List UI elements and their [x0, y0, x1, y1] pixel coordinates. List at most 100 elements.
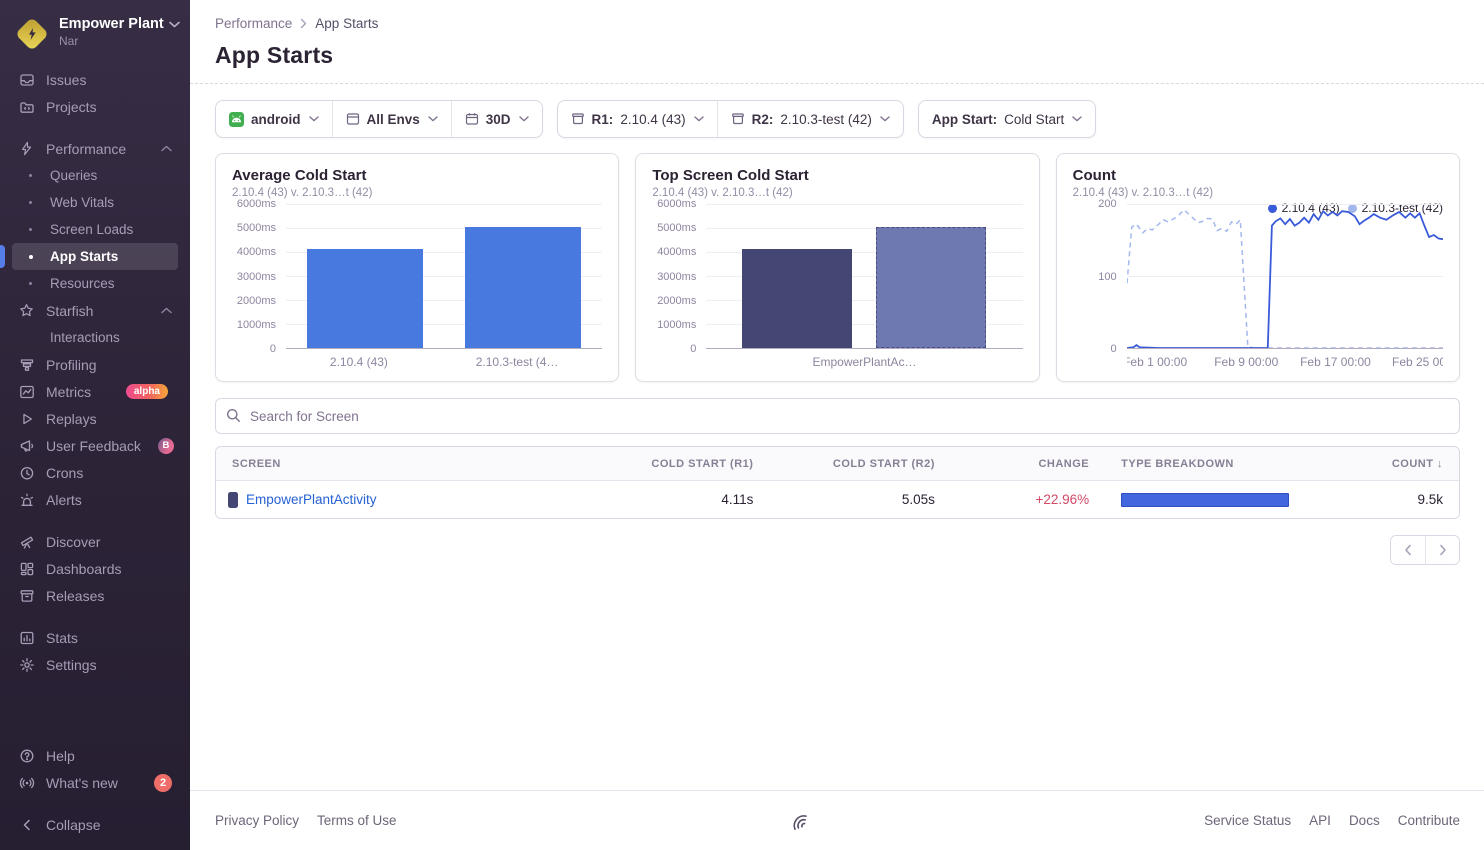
environment-filter[interactable]: All Envs	[332, 101, 451, 137]
bar-segment[interactable]	[876, 227, 986, 348]
chevron-up-icon	[161, 307, 172, 314]
sidebar-item-dashboards[interactable]: Dashboards	[12, 555, 178, 582]
sidebar-item-whats-new[interactable]: What's new 2	[12, 769, 178, 796]
y-axis-tick: 3000ms	[657, 271, 696, 283]
sidebar-item-label: Dashboards	[46, 561, 122, 577]
sidebar-item-performance[interactable]: Performance	[12, 135, 178, 162]
metrics-icon	[18, 384, 35, 400]
x-axis-label: Feb 1 00:00	[1127, 355, 1188, 369]
sidebar-item-label: Performance	[46, 141, 126, 157]
chart-title: Count	[1073, 167, 1443, 184]
breadcrumb-app-starts: App Starts	[315, 16, 378, 31]
previous-page-button[interactable]	[1391, 536, 1425, 564]
sidebar-item-help[interactable]: Help	[12, 742, 178, 769]
sidebar-item-label: User Feedback	[46, 438, 141, 454]
next-page-button[interactable]	[1425, 536, 1459, 564]
sidebar-item-stats[interactable]: Stats	[12, 624, 178, 651]
sidebar-item-starfish[interactable]: Starfish	[12, 297, 178, 324]
sort-descending-icon: ↓	[1437, 458, 1443, 470]
x-axis-label: EmpowerPlantAc…	[812, 355, 916, 371]
projects-icon	[18, 99, 35, 115]
y-axis-tick: 2000ms	[237, 295, 276, 307]
sidebar-item-profiling[interactable]: Profiling	[12, 351, 178, 378]
sidebar-item-label: App Starts	[50, 249, 118, 264]
sidebar-collapse-button[interactable]: Collapse	[12, 811, 178, 838]
gear-icon	[18, 657, 35, 673]
api-link[interactable]: API	[1309, 813, 1331, 828]
release-2-filter[interactable]: R2: 2.10.3-test (42)	[717, 101, 903, 137]
x-axis-label: Feb 17 00:00	[1300, 355, 1371, 369]
sidebar-item-web-vitals[interactable]: Web Vitals	[12, 189, 178, 216]
bar-segment[interactable]	[742, 249, 852, 348]
contribute-link[interactable]: Contribute	[1398, 813, 1460, 828]
search-input[interactable]	[215, 398, 1460, 434]
environment-filter-value: All Envs	[367, 112, 420, 127]
date-range-filter[interactable]: 30D	[451, 101, 542, 137]
sidebar-item-settings[interactable]: Settings	[12, 651, 178, 678]
sidebar-item-label: Releases	[46, 588, 104, 604]
sentry-logo[interactable]	[786, 806, 814, 835]
count-chart: Count 2.10.4 (43) v. 2.10.3…t (42) 20010…	[1056, 153, 1460, 382]
app-start-type-filter[interactable]: App Start: Cold Start	[919, 101, 1095, 137]
sidebar-item-label: Queries	[50, 168, 97, 183]
sidebar-item-resources[interactable]: Resources	[12, 270, 178, 297]
org-avatar	[16, 18, 48, 50]
column-header-count[interactable]: COUNT ↓	[1305, 458, 1459, 470]
sidebar-item-label: Stats	[46, 630, 78, 646]
plot-area[interactable]: 2.10.4 (43)2.10.3-test (42)	[1127, 204, 1443, 349]
breadcrumb-performance[interactable]: Performance	[215, 16, 292, 31]
x-axis-label: Feb 9 00:00	[1214, 355, 1278, 369]
sidebar-item-label: Help	[46, 748, 75, 764]
date-range-value: 30D	[486, 112, 511, 127]
app-start-value: Cold Start	[1004, 112, 1064, 127]
filter-bar: android All Envs 30D R1:	[215, 100, 1460, 138]
sidebar-item-replays[interactable]: Replays	[12, 405, 178, 432]
page-filter-group: android All Envs 30D	[215, 100, 543, 138]
column-header-type-breakdown[interactable]: TYPE BREAKDOWN	[1105, 458, 1305, 470]
x-axis: 2.10.4 (43)2.10.3-test (4…	[286, 355, 602, 371]
y-axis-tick: 0	[1111, 343, 1117, 355]
sidebar-item-queries[interactable]: Queries	[12, 162, 178, 189]
release-1-filter[interactable]: R1: 2.10.4 (43)	[558, 101, 717, 137]
docs-link[interactable]: Docs	[1349, 813, 1380, 828]
sidebar-item-crons[interactable]: Crons	[12, 459, 178, 486]
org-name: Empower Plant	[59, 16, 164, 33]
column-header-screen[interactable]: SCREEN	[216, 458, 579, 470]
sidebar-item-projects[interactable]: Projects	[12, 93, 178, 120]
page-title: App Starts	[215, 42, 1460, 69]
sidebar-item-user-feedback[interactable]: User Feedback B	[12, 432, 178, 459]
screens-table: SCREEN COLD START (R1) COLD START (R2) C…	[215, 446, 1460, 519]
app-start-label: App Start:	[932, 112, 997, 127]
sidebar-item-interactions[interactable]: Interactions	[12, 324, 178, 351]
y-axis-tick: 5000ms	[657, 222, 696, 234]
y-axis-tick: 5000ms	[237, 222, 276, 234]
sidebar-item-releases[interactable]: Releases	[12, 582, 178, 609]
sidebar-item-metrics[interactable]: Metrics alpha	[12, 378, 178, 405]
privacy-policy-link[interactable]: Privacy Policy	[215, 813, 299, 828]
sidebar-item-issues[interactable]: Issues	[12, 66, 178, 93]
chart-subtitle: 2.10.4 (43) v. 2.10.3…t (42)	[232, 187, 602, 199]
column-header-cold-start-r2[interactable]: COLD START (R2)	[769, 458, 950, 470]
type-breakdown-bar[interactable]	[1121, 493, 1289, 507]
stats-icon	[18, 630, 35, 646]
x-axis: Feb 1 00:00Feb 9 00:00Feb 17 00:00Feb 25…	[1127, 355, 1443, 371]
sidebar-item-alerts[interactable]: Alerts	[12, 486, 178, 513]
broadcast-icon	[18, 775, 35, 791]
x-axis-label: 2.10.3-test (4…	[476, 355, 559, 371]
plot-area[interactable]	[286, 204, 602, 349]
sidebar-item-app-starts[interactable]: App Starts	[12, 243, 178, 270]
column-header-change[interactable]: CHANGE	[951, 458, 1105, 470]
screen-link[interactable]: EmpowerPlantActivity	[246, 492, 377, 507]
service-status-link[interactable]: Service Status	[1204, 813, 1291, 828]
plot-area[interactable]	[706, 204, 1022, 349]
bar-segment[interactable]	[465, 227, 581, 348]
org-switcher[interactable]: Empower Plant Nar	[16, 16, 176, 50]
bar-segment[interactable]	[307, 249, 423, 348]
project-filter[interactable]: android	[216, 101, 332, 137]
sidebar-item-screen-loads[interactable]: Screen Loads	[12, 216, 178, 243]
search-icon	[226, 408, 241, 428]
chevron-down-icon	[880, 116, 890, 122]
terms-of-use-link[interactable]: Terms of Use	[317, 813, 397, 828]
sidebar-item-discover[interactable]: Discover	[12, 528, 178, 555]
column-header-cold-start-r1[interactable]: COLD START (R1)	[579, 458, 770, 470]
